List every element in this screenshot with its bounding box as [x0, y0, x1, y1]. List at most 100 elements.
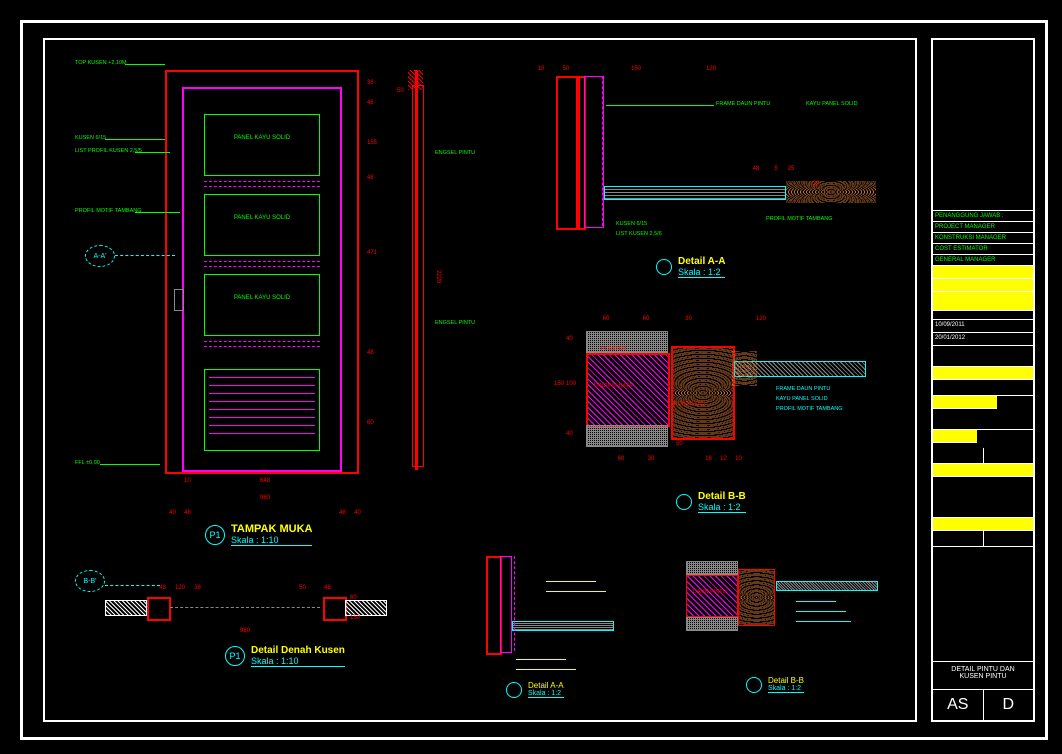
- tb-y4: [933, 367, 1033, 380]
- rail-divider-1: [204, 181, 320, 187]
- view-title-detail-aa: Detail A-A Skala : 1:2: [656, 256, 725, 278]
- rail-divider-2: [204, 261, 320, 267]
- side-section: ENGSEL PINTU ENGSEL PINTU 2229 50: [395, 70, 445, 470]
- dim: 40: [566, 431, 573, 437]
- annot-ph2: [546, 591, 606, 592]
- kusen-cross: [671, 346, 735, 440]
- door-panel-3: PANEL KAYU SOLID: [204, 274, 320, 336]
- view-bubble-icon: [506, 682, 522, 698]
- view-scale: Skala : 1:2: [528, 690, 564, 697]
- dash-line: [602, 76, 604, 226]
- door-panel-1: PANEL KAYU SOLID: [204, 114, 320, 176]
- drawing-title-line2: KUSEN PINTU: [933, 673, 1033, 680]
- leader-line: [125, 64, 165, 65]
- view-name: Detail B-B: [698, 491, 746, 502]
- view-tampak-muka: PANEL KAYU SOLID PANEL KAYU SOLID PANEL …: [45, 40, 465, 520]
- tb-y6: [933, 430, 977, 443]
- dim: 10: [531, 66, 551, 72]
- dim: 960: [165, 495, 365, 501]
- annot-kusen: KUSEN 6/15: [75, 135, 106, 141]
- annot-frame: FRAME DAUN PINTU: [716, 101, 770, 107]
- panel-1-label: PANEL KAYU SOLID: [205, 115, 319, 141]
- view-name: TAMPAK MUKA: [231, 523, 312, 535]
- tb-gm: GENERAL MANAGER: [933, 255, 1033, 266]
- leader-line: [100, 464, 160, 465]
- annot-daun: DAUN PINTU: [693, 589, 727, 595]
- panel-sm: [512, 621, 614, 631]
- dim: 38: [190, 585, 205, 591]
- drawing-title-line1: DETAIL PINTU DAN: [933, 666, 1033, 673]
- kusen-sm: [738, 569, 775, 626]
- view-scale: Skala : 1:10: [231, 535, 312, 545]
- dim: 120: [681, 66, 741, 72]
- dim: 48: [335, 510, 350, 516]
- code-d: D: [984, 690, 1034, 720]
- plan-wall-left: [105, 600, 147, 616]
- brick-wall: [586, 353, 670, 427]
- dim: 48: [746, 166, 766, 172]
- dim: 48: [367, 350, 374, 356]
- section-mark-aa: A-A': [85, 245, 115, 267]
- dim: 60: [367, 420, 374, 426]
- rail-divider-3: [204, 341, 320, 347]
- view-detail-bb-small: DAUN PINTU Detail B-B Skala : 1:2: [665, 540, 897, 702]
- dim: 648: [195, 478, 335, 484]
- dim: 10: [731, 456, 746, 462]
- dim: 30: [806, 181, 826, 187]
- panel-sect: [604, 186, 786, 200]
- plan-kusen-right: [323, 597, 347, 621]
- view-title-tampak-muka: P1 TAMPAK MUKA Skala : 1:10: [205, 523, 312, 546]
- annot-plester: PLESTER: [601, 346, 626, 352]
- tb-sp3: [933, 409, 1033, 430]
- tb-y1: [933, 266, 1033, 279]
- tb-y2: [933, 279, 1033, 292]
- leader-line: [135, 152, 170, 153]
- tb-sp6: [933, 531, 1033, 547]
- leader-line: [135, 212, 180, 213]
- dim: 155: [367, 140, 377, 146]
- door-louvre: [204, 369, 320, 451]
- frame-sect: [584, 76, 604, 228]
- kusen-section: [412, 85, 424, 467]
- annot-profil: PROFIL MOTIF TAMBANG: [766, 216, 833, 222]
- dim: 60: [606, 456, 636, 462]
- view-title-aa-sm: Detail A-A Skala : 1:2: [506, 681, 564, 698]
- dim: 30: [641, 456, 661, 462]
- dim: 48: [155, 585, 170, 591]
- tb-date1: 10/09/2011: [933, 320, 1033, 333]
- view-name: Detail Denah Kusen: [251, 645, 345, 656]
- annot-profil: PROFIL MOTIF TAMBANG: [75, 208, 142, 214]
- tb-y7: [933, 464, 1033, 477]
- frame-sect-sm: [500, 556, 512, 653]
- tb-penanggung: PENANGGUNG JAWAB :: [933, 211, 1033, 222]
- view-detail-bb: PLESTER DINDING BATA KUSEN 6/15 FRAME DA…: [545, 300, 897, 522]
- view-scale: Skala : 1:2: [678, 267, 725, 277]
- dim: 2229: [435, 270, 441, 283]
- door-panel-2: PANEL KAYU SOLID: [204, 194, 320, 256]
- annot-list: LIST PROFIL KUSEN 2,5/5: [75, 148, 142, 154]
- view-bubble-icon: [656, 259, 672, 275]
- annot-profil: PROFIL MOTIF TAMBANG: [776, 406, 843, 412]
- annot-ph4: [516, 669, 576, 670]
- plaster-top: [586, 331, 668, 353]
- panel-2-label: PANEL KAYU SOLID: [205, 195, 319, 221]
- view-bubble-icon: [676, 494, 692, 510]
- tb-pm: PROJECT MANAGER: [933, 222, 1033, 233]
- dim: 40: [350, 510, 365, 516]
- view-name: Detail B-B: [768, 676, 804, 685]
- dim: 12: [716, 456, 731, 462]
- view-name: Detail A-A: [528, 681, 564, 690]
- door-leaf: PANEL KAYU SOLID PANEL KAYU SOLID PANEL …: [182, 87, 342, 472]
- annot-ffl: FFL ±0,00: [75, 460, 100, 466]
- dim: 5: [771, 166, 781, 172]
- leader-line: [105, 139, 165, 140]
- annot-ph5: [796, 601, 836, 602]
- dim: 48: [180, 510, 195, 516]
- door-handle: [174, 289, 184, 311]
- dim: 38: [367, 80, 374, 86]
- plan-door-line: [170, 607, 320, 610]
- dim: 48: [367, 175, 374, 181]
- dim: 120: [170, 585, 190, 591]
- annot-top-kusen: TOP KUSEN +2,10M: [75, 60, 127, 66]
- dim: 60: [626, 316, 666, 322]
